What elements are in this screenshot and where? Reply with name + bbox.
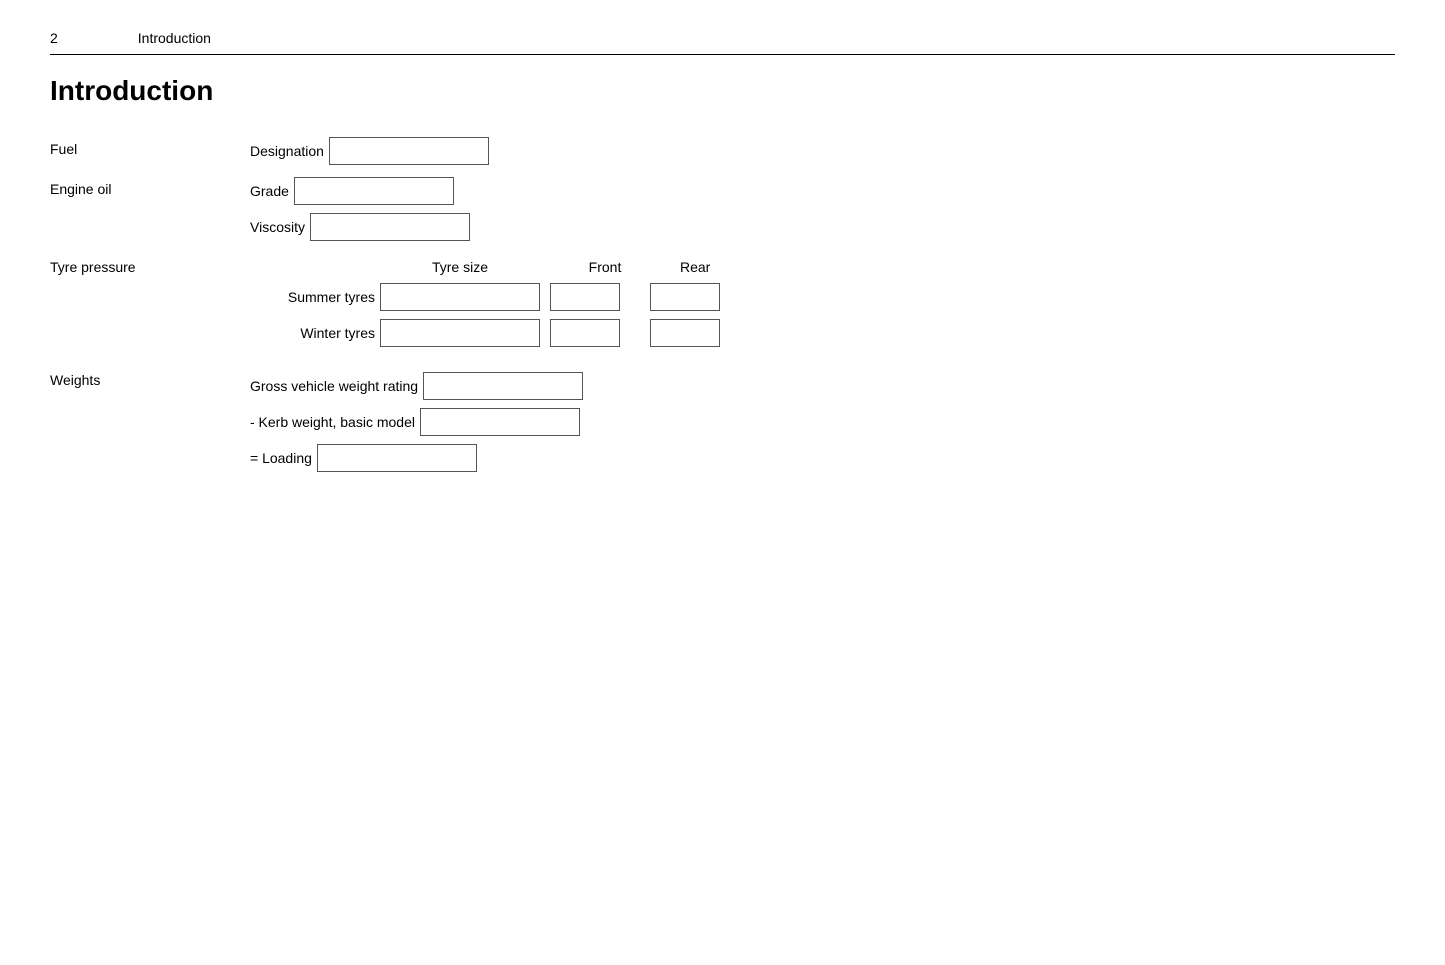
gross-weight-label: Gross vehicle weight rating: [250, 378, 418, 394]
page-header: 2 Introduction: [50, 30, 1395, 55]
winter-tyres-label: Winter tyres: [250, 325, 375, 341]
col-front-header: Front: [540, 259, 670, 275]
fuel-section: Fuel Designation: [50, 137, 1395, 165]
engine-oil-section: Engine oil Grade Viscosity: [50, 177, 1395, 241]
tyre-header-row: Tyre pressure Tyre size Front Rear: [50, 259, 1395, 275]
kerb-weight-box[interactable]: [420, 408, 580, 436]
summer-rear-box[interactable]: [650, 283, 720, 311]
page-title: Introduction: [50, 75, 1395, 107]
weights-label: Weights: [50, 372, 250, 388]
kerb-weight-label: - Kerb weight, basic model: [250, 414, 415, 430]
weights-content: Weights Gross vehicle weight rating - Ke…: [50, 372, 1395, 472]
engine-oil-label: Engine oil: [50, 177, 250, 197]
winter-tyre-size-box[interactable]: [380, 319, 540, 347]
summer-tyre-size-box[interactable]: [380, 283, 540, 311]
engine-oil-viscosity-box[interactable]: [310, 213, 470, 241]
fuel-label: Fuel: [50, 137, 250, 157]
page-number: 2: [50, 30, 58, 46]
summer-tyres-row: Summer tyres: [50, 283, 1395, 311]
col-rear-header: Rear: [670, 259, 800, 275]
winter-front-box[interactable]: [550, 319, 620, 347]
tyre-pressure-section-label: Tyre pressure: [50, 259, 250, 275]
weights-fields: Gross vehicle weight rating - Kerb weigh…: [250, 372, 583, 472]
fuel-designation-label: Designation: [250, 143, 324, 159]
kerb-weight-row: - Kerb weight, basic model: [250, 408, 583, 436]
engine-oil-grade-label: Grade: [250, 183, 289, 199]
winter-tyres-fields: Winter tyres: [250, 319, 720, 347]
gross-weight-row: Gross vehicle weight rating: [250, 372, 583, 400]
engine-oil-grade-row: Grade: [250, 177, 470, 205]
content-area: Fuel Designation Engine oil Grade Viscos…: [50, 137, 1395, 472]
tyre-pressure-section: Tyre pressure Tyre size Front Rear Summe…: [50, 259, 1395, 347]
engine-oil-fields: Grade Viscosity: [250, 177, 470, 241]
loading-row: = Loading: [250, 444, 583, 472]
header-title: Introduction: [138, 30, 211, 46]
loading-label: = Loading: [250, 450, 312, 466]
engine-oil-viscosity-row: Viscosity: [250, 213, 470, 241]
engine-oil-viscosity-label: Viscosity: [250, 219, 305, 235]
summer-tyres-label: Summer tyres: [250, 289, 375, 305]
tyre-column-headers: Tyre size Front Rear: [380, 259, 800, 275]
fuel-designation-row: Designation: [250, 137, 489, 165]
summer-tyres-fields: Summer tyres: [250, 283, 720, 311]
col-tyre-size-header: Tyre size: [380, 259, 540, 275]
winter-rear-box[interactable]: [650, 319, 720, 347]
fuel-designation-box[interactable]: [329, 137, 489, 165]
summer-front-box[interactable]: [550, 283, 620, 311]
engine-oil-grade-box[interactable]: [294, 177, 454, 205]
gross-weight-box[interactable]: [423, 372, 583, 400]
fuel-fields: Designation: [250, 137, 489, 165]
page-container: 2 Introduction Introduction Fuel Designa…: [0, 0, 1445, 502]
weights-section: Weights Gross vehicle weight rating - Ke…: [50, 372, 1395, 472]
winter-tyres-row: Winter tyres: [50, 319, 1395, 347]
loading-box[interactable]: [317, 444, 477, 472]
